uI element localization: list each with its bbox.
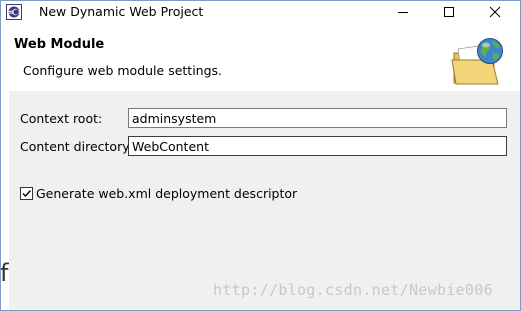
background-text-fragment: f [0,259,9,287]
page-description: Configure web module settings. [23,63,223,78]
context-root-label: Context root: [20,111,103,126]
folder-globe-icon [448,33,508,89]
minimize-icon [398,12,408,13]
minimize-button[interactable] [380,1,426,23]
generate-web-xml-checkbox[interactable] [20,187,33,200]
wizard-header: Web Module Configure web module settings… [1,23,520,92]
dialog-window: New Dynamic Web Project Web Module Confi… [0,0,521,311]
checkmark-icon [22,190,32,198]
background-window-strip: f [1,91,9,310]
generate-web-xml-label: Generate web.xml deployment descriptor [36,186,298,201]
window-title: New Dynamic Web Project [39,4,204,19]
maximize-button[interactable] [426,1,472,23]
close-button[interactable] [472,1,518,23]
page-title: Web Module [14,37,105,52]
content-directory-label: Content directory: [20,139,133,154]
maximize-icon [444,7,454,17]
title-bar[interactable]: New Dynamic Web Project [1,1,520,23]
watermark-text: http://blog.csdn.net/Newbie006 [213,281,493,299]
eclipse-app-icon [6,4,22,20]
close-icon [489,6,501,18]
content-directory-input[interactable] [128,136,507,156]
context-root-input[interactable] [128,108,507,128]
